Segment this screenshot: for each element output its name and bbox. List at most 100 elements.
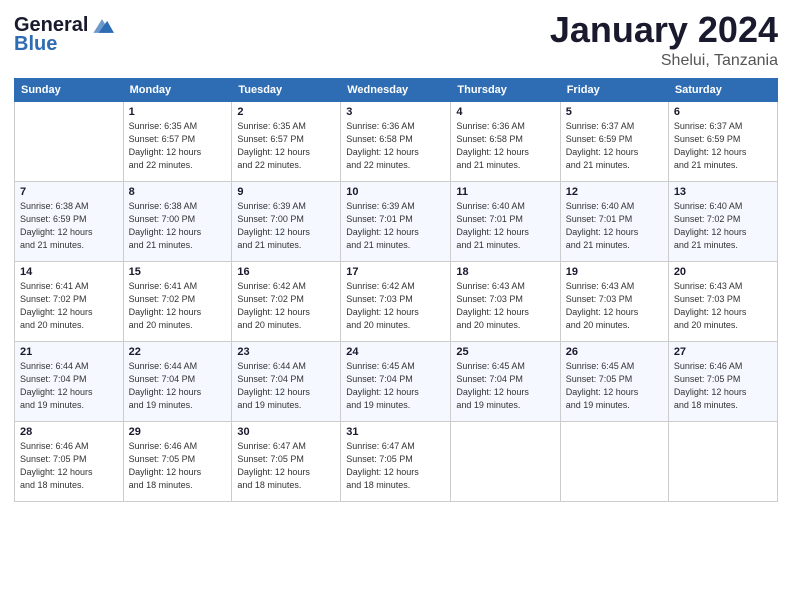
week-row-4: 28 Sunrise: 6:46 AM Sunset: 7:05 PM Dayli… (15, 421, 778, 501)
col-monday: Monday (123, 78, 232, 101)
table-row: 13 Sunrise: 6:40 AM Sunset: 7:02 PM Dayli… (668, 181, 777, 261)
day-number: 20 (674, 266, 772, 278)
week-row-0: 1 Sunrise: 6:35 AM Sunset: 6:57 PM Daylig… (15, 101, 778, 181)
day-info: Sunrise: 6:45 AM Sunset: 7:04 PM Dayligh… (346, 360, 445, 412)
table-row: 4 Sunrise: 6:36 AM Sunset: 6:58 PM Daylig… (451, 101, 560, 181)
day-number: 9 (237, 186, 335, 198)
day-number: 5 (566, 106, 663, 118)
month-title: January 2024 (550, 10, 778, 50)
day-number: 13 (674, 186, 772, 198)
table-row: 26Sunrise: 6:45 AM Sunset: 7:05 PM Dayli… (560, 341, 668, 421)
table-row: 21 Sunrise: 6:44 AM Sunset: 7:04 PM Dayli… (15, 341, 124, 421)
table-row: 23Sunrise: 6:44 AM Sunset: 7:04 PM Dayli… (232, 341, 341, 421)
day-number: 8 (129, 186, 227, 198)
day-number: 22 (129, 346, 227, 358)
table-row: 27Sunrise: 6:46 AM Sunset: 7:05 PM Dayli… (668, 341, 777, 421)
day-number: 6 (674, 106, 772, 118)
title-section: January 2024 Shelui, Tanzania (550, 10, 778, 70)
day-number: 10 (346, 186, 445, 198)
header-row: Sunday Monday Tuesday Wednesday Thursday… (15, 78, 778, 101)
day-info: Sunrise: 6:41 AM Sunset: 7:02 PM Dayligh… (129, 280, 227, 332)
table-row: 10 Sunrise: 6:39 AM Sunset: 7:01 PM Dayli… (341, 181, 451, 261)
day-number: 19 (566, 266, 663, 278)
day-info: Sunrise: 6:40 AM Sunset: 7:01 PM Dayligh… (566, 200, 663, 252)
day-number: 1 (129, 106, 227, 118)
day-info: Sunrise: 6:46 AM Sunset: 7:05 PM Dayligh… (20, 440, 118, 492)
table-row: 20 Sunrise: 6:43 AM Sunset: 7:03 PM Dayli… (668, 261, 777, 341)
col-thursday: Thursday (451, 78, 560, 101)
day-number: 2 (237, 106, 335, 118)
day-number: 12 (566, 186, 663, 198)
day-info: Sunrise: 6:44 AM Sunset: 7:04 PM Dayligh… (129, 360, 227, 412)
table-row: 25Sunrise: 6:45 AM Sunset: 7:04 PM Dayli… (451, 341, 560, 421)
day-number: 27 (674, 346, 772, 358)
day-info: Sunrise: 6:44 AM Sunset: 7:04 PM Dayligh… (20, 360, 118, 412)
day-info: Sunrise: 6:42 AM Sunset: 7:02 PM Dayligh… (237, 280, 335, 332)
logo-blue: Blue (14, 33, 57, 56)
table-row: 16 Sunrise: 6:42 AM Sunset: 7:02 PM Dayli… (232, 261, 341, 341)
table-row: 7Sunrise: 6:38 AM Sunset: 6:59 PM Daylig… (15, 181, 124, 261)
table-row: 2 Sunrise: 6:35 AM Sunset: 6:57 PM Daylig… (232, 101, 341, 181)
col-tuesday: Tuesday (232, 78, 341, 101)
day-info: Sunrise: 6:37 AM Sunset: 6:59 PM Dayligh… (674, 120, 772, 172)
day-info: Sunrise: 6:36 AM Sunset: 6:58 PM Dayligh… (456, 120, 554, 172)
table-row: 6 Sunrise: 6:37 AM Sunset: 6:59 PM Daylig… (668, 101, 777, 181)
day-info: Sunrise: 6:46 AM Sunset: 7:05 PM Dayligh… (129, 440, 227, 492)
day-number: 28 (20, 426, 118, 438)
col-wednesday: Wednesday (341, 78, 451, 101)
logo-icon (90, 17, 114, 35)
col-saturday: Saturday (668, 78, 777, 101)
day-number: 29 (129, 426, 227, 438)
col-sunday: Sunday (15, 78, 124, 101)
table-row (560, 421, 668, 501)
table-row: 11 Sunrise: 6:40 AM Sunset: 7:01 PM Dayli… (451, 181, 560, 261)
header: General Blue January 2024 Shelui, Tanzan… (14, 10, 778, 70)
table-row (15, 101, 124, 181)
table-row: 14 Sunrise: 6:41 AM Sunset: 7:02 PM Dayli… (15, 261, 124, 341)
table-row: 29 Sunrise: 6:46 AM Sunset: 7:05 PM Dayli… (123, 421, 232, 501)
day-number: 4 (456, 106, 554, 118)
day-info: Sunrise: 6:37 AM Sunset: 6:59 PM Dayligh… (566, 120, 663, 172)
table-row: 5 Sunrise: 6:37 AM Sunset: 6:59 PM Daylig… (560, 101, 668, 181)
day-number: 11 (456, 186, 554, 198)
table-row: 9Sunrise: 6:39 AM Sunset: 7:00 PM Daylig… (232, 181, 341, 261)
table-row: 22 Sunrise: 6:44 AM Sunset: 7:04 PM Dayli… (123, 341, 232, 421)
day-number: 21 (20, 346, 118, 358)
day-info: Sunrise: 6:45 AM Sunset: 7:04 PM Dayligh… (456, 360, 554, 412)
day-info: Sunrise: 6:40 AM Sunset: 7:01 PM Dayligh… (456, 200, 554, 252)
day-info: Sunrise: 6:47 AM Sunset: 7:05 PM Dayligh… (237, 440, 335, 492)
table-row: 19Sunrise: 6:43 AM Sunset: 7:03 PM Dayli… (560, 261, 668, 341)
table-row: 1Sunrise: 6:35 AM Sunset: 6:57 PM Daylig… (123, 101, 232, 181)
day-number: 24 (346, 346, 445, 358)
day-number: 14 (20, 266, 118, 278)
table-row: 12 Sunrise: 6:40 AM Sunset: 7:01 PM Dayli… (560, 181, 668, 261)
table-row: 18Sunrise: 6:43 AM Sunset: 7:03 PM Dayli… (451, 261, 560, 341)
day-number: 17 (346, 266, 445, 278)
day-number: 15 (129, 266, 227, 278)
day-number: 30 (237, 426, 335, 438)
table-row: 28 Sunrise: 6:46 AM Sunset: 7:05 PM Dayli… (15, 421, 124, 501)
table-row: 31 Sunrise: 6:47 AM Sunset: 7:05 PM Dayli… (341, 421, 451, 501)
day-number: 3 (346, 106, 445, 118)
col-friday: Friday (560, 78, 668, 101)
day-number: 16 (237, 266, 335, 278)
table-row: 3Sunrise: 6:36 AM Sunset: 6:58 PM Daylig… (341, 101, 451, 181)
day-number: 26 (566, 346, 663, 358)
table-row (451, 421, 560, 501)
day-info: Sunrise: 6:39 AM Sunset: 7:01 PM Dayligh… (346, 200, 445, 252)
day-info: Sunrise: 6:43 AM Sunset: 7:03 PM Dayligh… (674, 280, 772, 332)
table-row: 15 Sunrise: 6:41 AM Sunset: 7:02 PM Dayli… (123, 261, 232, 341)
table-row: 30 Sunrise: 6:47 AM Sunset: 7:05 PM Dayli… (232, 421, 341, 501)
day-number: 18 (456, 266, 554, 278)
week-row-3: 21 Sunrise: 6:44 AM Sunset: 7:04 PM Dayli… (15, 341, 778, 421)
day-number: 7 (20, 186, 118, 198)
day-info: Sunrise: 6:38 AM Sunset: 7:00 PM Dayligh… (129, 200, 227, 252)
day-number: 31 (346, 426, 445, 438)
location-title: Shelui, Tanzania (550, 52, 778, 70)
day-info: Sunrise: 6:41 AM Sunset: 7:02 PM Dayligh… (20, 280, 118, 332)
day-info: Sunrise: 6:47 AM Sunset: 7:05 PM Dayligh… (346, 440, 445, 492)
day-info: Sunrise: 6:40 AM Sunset: 7:02 PM Dayligh… (674, 200, 772, 252)
week-row-1: 7Sunrise: 6:38 AM Sunset: 6:59 PM Daylig… (15, 181, 778, 261)
table-row: 24 Sunrise: 6:45 AM Sunset: 7:04 PM Dayli… (341, 341, 451, 421)
day-info: Sunrise: 6:35 AM Sunset: 6:57 PM Dayligh… (237, 120, 335, 172)
